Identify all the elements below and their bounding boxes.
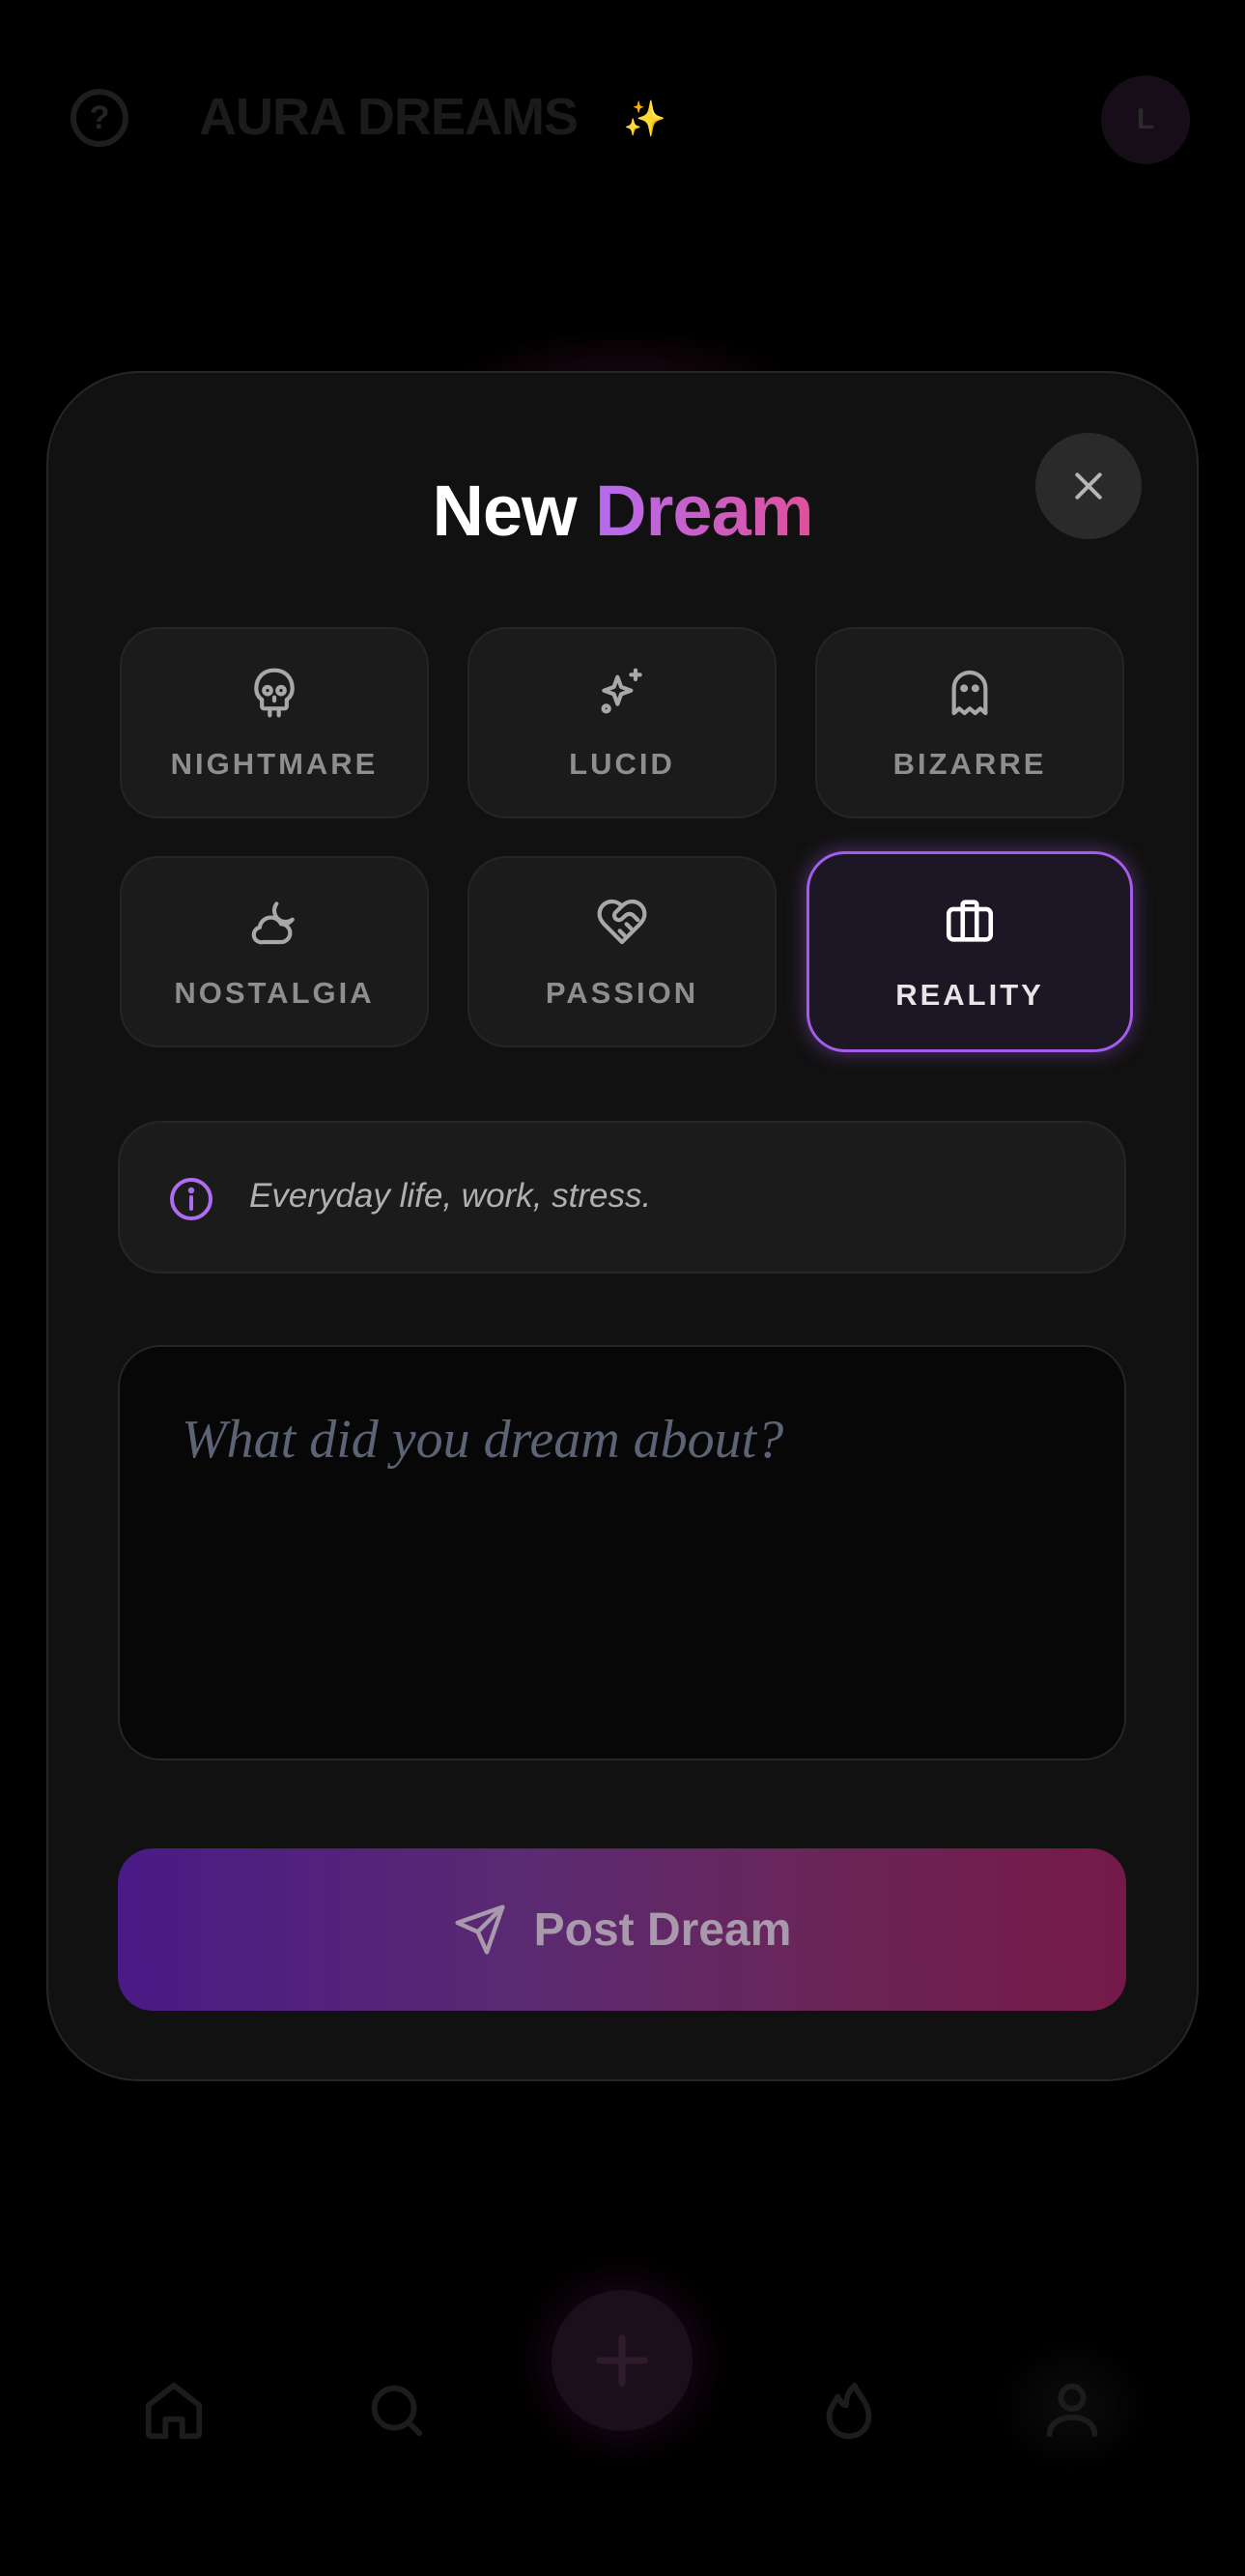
category-description: Everyday life, work, stress.: [118, 1121, 1126, 1274]
cloud-moon-icon: [251, 902, 295, 945]
dream-input[interactable]: [118, 1345, 1126, 1760]
post-dream-button[interactable]: Post Dream: [118, 1848, 1126, 2011]
category-label: LUCID: [569, 747, 675, 781]
ghost-icon: [951, 670, 988, 716]
send-icon: [455, 1904, 505, 1955]
heart-handshake-icon: [597, 899, 647, 945]
add-button[interactable]: [552, 2290, 693, 2431]
avatar-initial: L: [1136, 103, 1155, 135]
category-passion[interactable]: PASSION: [467, 856, 777, 1047]
info-icon: [170, 1178, 212, 1220]
bottom-nav: [0, 2280, 1245, 2474]
category-nightmare[interactable]: NIGHTMARE: [120, 627, 429, 818]
sparkles-icon: [601, 668, 642, 714]
app-title: AURA DREAMS: [199, 88, 579, 146]
category-nostalgia[interactable]: NOSTALGIA: [120, 856, 429, 1047]
category-lucid[interactable]: LUCID: [467, 627, 777, 818]
help-button[interactable]: ?: [71, 89, 128, 147]
sparkle-icon: ✨: [623, 99, 666, 138]
modal-title: New Dream: [48, 470, 1197, 552]
category-label: REALITY: [895, 978, 1044, 1012]
user-icon[interactable]: [1038, 2375, 1106, 2443]
home-icon[interactable]: [140, 2377, 208, 2445]
title-part-new: New: [432, 471, 577, 551]
description-text: Everyday life, work, stress.: [249, 1177, 652, 1215]
briefcase-icon: [946, 900, 994, 942]
avatar[interactable]: L: [1101, 75, 1190, 164]
search-icon[interactable]: [363, 2377, 431, 2445]
skull-icon: [254, 668, 295, 718]
title-part-dream: Dream: [595, 471, 813, 551]
plus-icon: [596, 2334, 648, 2387]
category-bizarre[interactable]: BIZARRE: [815, 627, 1124, 818]
category-reality[interactable]: REALITY: [806, 851, 1133, 1052]
flame-icon[interactable]: [815, 2377, 883, 2445]
category-label: NOSTALGIA: [174, 976, 375, 1010]
new-dream-modal: New Dream NIGHTMARE LUCID BIZARRE NOSTAL…: [46, 371, 1199, 2081]
category-label: BIZARRE: [892, 747, 1047, 781]
category-label: NIGHTMARE: [170, 747, 379, 781]
help-icon: ?: [89, 99, 110, 136]
category-label: PASSION: [545, 976, 699, 1010]
top-bar: ? AURA DREAMS ✨ L: [0, 58, 1245, 180]
post-dream-label: Post Dream: [533, 1903, 792, 1956]
